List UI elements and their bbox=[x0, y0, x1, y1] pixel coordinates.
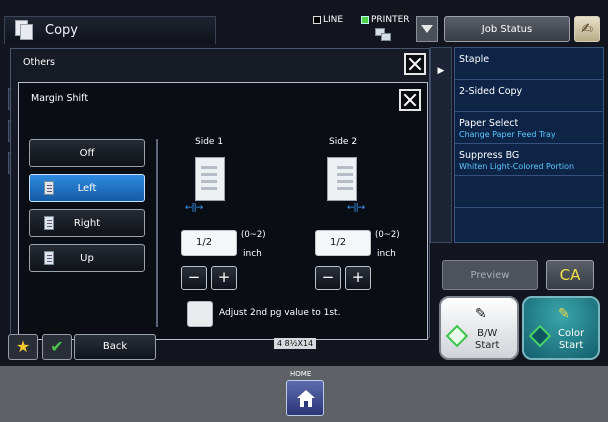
others-close-button[interactable] bbox=[404, 53, 426, 75]
others-dialog-title: Others bbox=[23, 57, 55, 68]
triangle-down-icon bbox=[421, 25, 433, 33]
side1-unit: inch bbox=[243, 249, 262, 259]
job-status-button[interactable]: Job Status bbox=[444, 16, 570, 42]
color-start-button[interactable]: ✎ Color Start bbox=[522, 296, 600, 360]
margin-option-up[interactable]: Up bbox=[29, 244, 145, 272]
bw-start-line1: B/W bbox=[477, 328, 498, 339]
color-copy-icon: ✎ bbox=[558, 306, 570, 322]
dialog-divider bbox=[156, 139, 158, 327]
function-staple[interactable]: Staple bbox=[455, 48, 603, 80]
start-diamond-icon bbox=[445, 324, 469, 348]
bw-copy-icon: ✎ bbox=[475, 306, 487, 322]
printer-status: PRINTER bbox=[361, 15, 410, 25]
side2-increase-button[interactable]: + bbox=[345, 266, 371, 290]
margin-option-off[interactable]: Off bbox=[29, 139, 145, 167]
function-2-sided-copy[interactable]: 2-Sided Copy bbox=[455, 80, 603, 112]
preview-button[interactable]: Preview bbox=[442, 260, 538, 290]
side2-unit: inch bbox=[377, 249, 396, 259]
mode-title: Copy bbox=[45, 23, 78, 38]
function-label: Suppress BG bbox=[459, 150, 520, 161]
side2-range: (0~2) bbox=[375, 230, 400, 240]
side1-page-icon bbox=[195, 157, 225, 201]
line-label: LINE bbox=[323, 15, 344, 25]
margin-option-left[interactable]: Left bbox=[29, 174, 145, 202]
function-suppress-bg[interactable]: Suppress BG Whiten Light-Colored Portion bbox=[455, 144, 603, 176]
header-bar: Copy LINE PRINTER Job Status ✍ bbox=[0, 14, 608, 46]
panel-toggle-tab[interactable]: ▶ bbox=[430, 47, 452, 243]
margin-option-label: Off bbox=[79, 148, 95, 159]
start-diamond-icon bbox=[528, 324, 552, 348]
back-button[interactable]: Back bbox=[74, 334, 156, 360]
hand-icon: ✍ bbox=[581, 21, 593, 37]
side1-decrease-button[interactable]: − bbox=[181, 266, 207, 290]
function-empty-slot bbox=[455, 208, 603, 240]
side1-increase-button[interactable]: + bbox=[211, 266, 237, 290]
status-dropdown-button[interactable] bbox=[416, 16, 438, 42]
checkmark-icon: ✔ bbox=[50, 337, 64, 356]
margin-option-right[interactable]: Right bbox=[29, 209, 145, 237]
printer-label: PRINTER bbox=[371, 15, 410, 25]
margin-option-label: Left bbox=[77, 183, 97, 194]
color-start-label: Color Start bbox=[558, 328, 584, 352]
margin-shift-close-button[interactable] bbox=[399, 89, 421, 111]
color-start-line2: Start bbox=[558, 340, 584, 351]
function-label: Paper Select bbox=[459, 118, 519, 129]
function-list: Staple 2-Sided Copy Paper Select Change … bbox=[454, 47, 604, 243]
function-sublabel: Change Paper Feed Tray bbox=[459, 130, 556, 139]
home-label: HOME bbox=[290, 370, 312, 378]
line-indicator-icon bbox=[313, 16, 321, 24]
chevron-right-icon: ▶ bbox=[437, 66, 445, 76]
favorite-button[interactable]: ★ bbox=[8, 334, 38, 360]
copy-document-icon bbox=[15, 19, 37, 42]
side2-page-icon bbox=[327, 157, 357, 201]
margin-option-label: Up bbox=[80, 253, 94, 264]
side2-decrease-button[interactable]: − bbox=[315, 266, 341, 290]
side1-title: Side 1 bbox=[195, 137, 224, 147]
side2-shift-arrow-icon: ←||→ bbox=[347, 203, 365, 213]
margin-option-label: Right bbox=[73, 218, 101, 229]
bw-start-label: B/W Start bbox=[475, 328, 499, 352]
printer-job-icon bbox=[375, 26, 393, 42]
other-functions-panel: ▶ Staple 2-Sided Copy Paper Select Chang… bbox=[430, 47, 608, 243]
function-label: 2-Sided Copy bbox=[459, 86, 523, 97]
bw-start-line2: Start bbox=[475, 340, 500, 351]
home-button[interactable] bbox=[286, 380, 324, 416]
side1-shift-arrow-icon: ←||→ bbox=[185, 203, 203, 213]
adjust-2nd-page-checkbox[interactable] bbox=[187, 301, 213, 327]
bw-start-button[interactable]: ✎ B/W Start bbox=[439, 296, 519, 360]
function-sublabel: Whiten Light-Colored Portion bbox=[459, 162, 575, 171]
copy-mode-tab[interactable]: Copy bbox=[4, 16, 216, 44]
touch-screen: Copy LINE PRINTER Job Status ✍ ▶ Staple bbox=[0, 0, 608, 366]
color-start-line1: Color bbox=[558, 328, 585, 339]
adjust-2nd-page-label: Adjust 2nd pg value to 1st. bbox=[219, 308, 341, 318]
side1-range: (0~2) bbox=[241, 230, 266, 240]
operation-guide-button[interactable]: ✍ bbox=[574, 16, 600, 42]
check-button[interactable]: ✔ bbox=[42, 334, 72, 360]
side2-value-field[interactable]: 1/2 bbox=[315, 230, 371, 256]
printer-indicator-icon bbox=[361, 16, 369, 24]
margin-shift-dialog: Margin Shift Off Left Right Up Side 1 ←|… bbox=[18, 82, 428, 340]
function-label: Staple bbox=[459, 54, 490, 65]
function-paper-select[interactable]: Paper Select Change Paper Feed Tray bbox=[455, 112, 603, 144]
function-empty-slot bbox=[455, 176, 603, 208]
side2-title: Side 2 bbox=[329, 137, 358, 147]
home-icon bbox=[297, 390, 315, 408]
margin-shift-title: Margin Shift bbox=[31, 93, 89, 104]
line-status: LINE bbox=[313, 15, 343, 25]
star-icon: ★ bbox=[15, 337, 31, 356]
paper-size-indicator: 4 8½X14 bbox=[274, 338, 317, 349]
side1-value-field[interactable]: 1/2 bbox=[181, 230, 237, 256]
clear-all-button[interactable]: CA bbox=[546, 260, 594, 290]
